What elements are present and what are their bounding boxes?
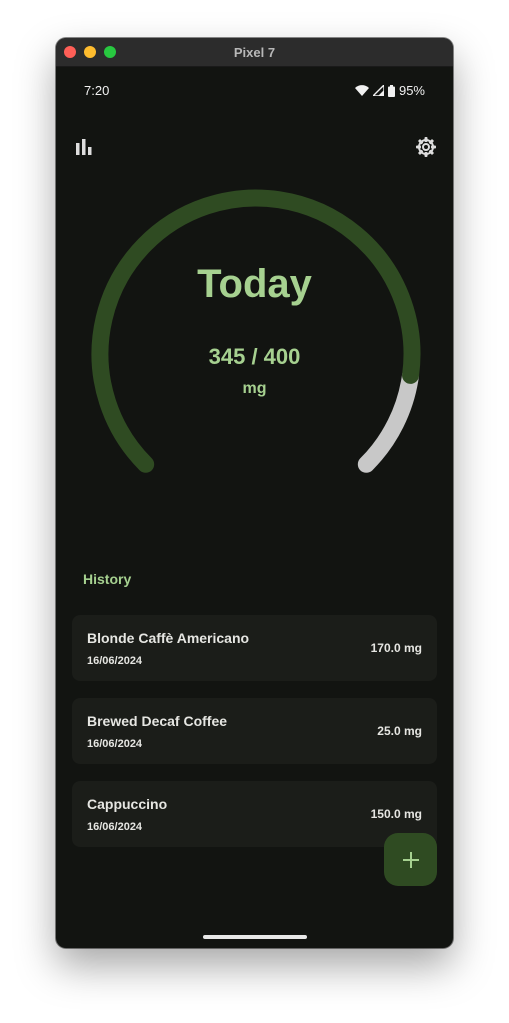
bar-chart-icon[interactable] (72, 135, 96, 159)
title-bar: Pixel 7 (56, 38, 453, 67)
battery-percent: 95% (398, 83, 425, 98)
drink-name: Cappuccino (87, 796, 168, 812)
history-item[interactable]: Cappuccino 16/06/2024 150.0 mg (72, 781, 437, 847)
caffeine-gauge (91, 189, 421, 473)
status-icons: 95% (354, 83, 425, 98)
drink-amount: 150.0 mg (370, 807, 422, 821)
drink-date: 16/06/2024 (87, 821, 143, 833)
wifi-icon (354, 85, 369, 96)
status-time: 7:20 (84, 83, 110, 98)
drink-name: Brewed Decaf Coffee (87, 713, 228, 729)
drink-amount: 170.0 mg (370, 641, 422, 655)
drink-date: 16/06/2024 (87, 738, 143, 750)
plus-icon (402, 851, 419, 868)
battery-icon (387, 84, 395, 97)
window-title: Pixel 7 (233, 45, 276, 60)
history-heading: History (83, 571, 132, 587)
caffeine-amount: 345 / 400 (208, 344, 301, 369)
add-drink-button[interactable] (384, 833, 437, 886)
gesture-nav-handle[interactable] (203, 935, 307, 939)
signal-icon (372, 85, 384, 96)
gauge-consumed-arc (91, 189, 421, 473)
drink-date: 16/06/2024 (87, 655, 143, 667)
emulator-window: Pixel 7 7:20 95% Today 345 / 400 mg Hist… (56, 38, 453, 948)
gear-icon[interactable] (414, 135, 438, 159)
gauge-title: Today (197, 262, 312, 306)
caffeine-unit: mg (242, 380, 267, 397)
history-item[interactable]: Brewed Decaf Coffee 16/06/2024 25.0 mg (72, 698, 437, 764)
drink-amount: 25.0 mg (377, 724, 422, 738)
drink-name: Blonde Caffè Americano (87, 630, 250, 646)
history-item[interactable]: Blonde Caffè Americano 16/06/2024 170.0 … (72, 615, 437, 681)
